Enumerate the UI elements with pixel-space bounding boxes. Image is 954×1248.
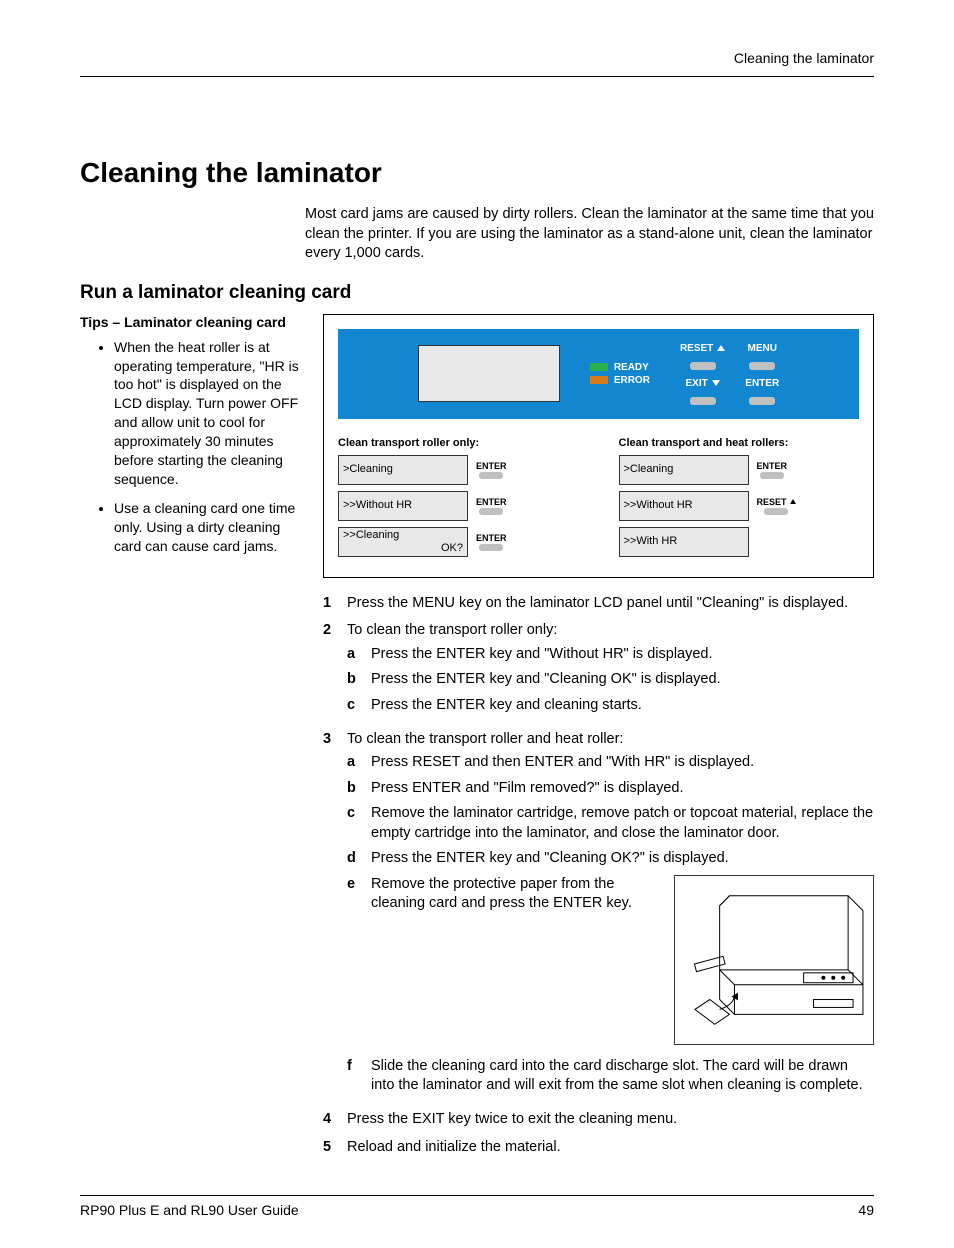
mini-lcd: >>Without HR (619, 491, 749, 521)
arrow-up-icon (790, 499, 796, 504)
mini-button-graphic (760, 472, 784, 479)
printer-svg (675, 876, 873, 1044)
step: To clean the transport roller only: Pres… (323, 621, 874, 721)
arrow-down-icon (712, 380, 720, 386)
step: To clean the transport roller and heat r… (323, 730, 874, 1103)
status-leds: READY ERROR (590, 362, 650, 386)
lcd-screen (418, 345, 560, 402)
sub-step-text: Remove the protective paper from the cle… (371, 876, 632, 912)
menu-label: MENU (748, 343, 777, 354)
step: Press the MENU key on the laminator LCD … (323, 594, 874, 614)
arrow-up-icon (717, 345, 725, 351)
error-label: ERROR (614, 375, 650, 386)
enter-button-graphic (749, 397, 775, 405)
steps-list: Press the MENU key on the laminator LCD … (323, 594, 874, 1157)
sequence-right: Clean transport and heat rollers: >Clean… (619, 437, 860, 563)
document-page: Cleaning the laminator Cleaning the lami… (0, 0, 954, 1248)
mini-button-graphic (479, 472, 503, 479)
sidebar-bullet: When the heat roller is at operating tem… (114, 338, 305, 489)
mini-button-graphic (764, 508, 788, 515)
footer-rule (80, 1195, 874, 1196)
footer-page-number: 49 (858, 1202, 874, 1218)
intro-text: Most card jams are caused by dirty rolle… (305, 205, 874, 264)
enter-mini-label: ENTER (476, 461, 507, 471)
sub-step: Press the ENTER key and "Cleaning OK" is… (347, 670, 874, 690)
sidebar-list: When the heat roller is at operating tem… (80, 338, 305, 556)
reset-mini-label: RESET (757, 497, 787, 507)
sub-step: Press the ENTER key and "Without HR" is … (347, 645, 874, 665)
sequence-left: Clean transport roller only: >Cleaning E… (338, 437, 579, 563)
step-text: To clean the transport roller and heat r… (347, 731, 623, 747)
seq-left-title: Clean transport roller only: (338, 437, 579, 449)
sub-step: Remove the protective paper from the cle… (347, 875, 874, 1051)
sub-step: Press the ENTER key and "Cleaning OK?" i… (347, 849, 874, 869)
main-column: READY ERROR RESET EXIT MENU (323, 314, 874, 1165)
sub-step: Press RESET and then ENTER and "With HR"… (347, 753, 874, 773)
exit-button-graphic (690, 397, 716, 405)
enter-mini-label: ENTER (476, 533, 507, 543)
reset-label: RESET (680, 343, 713, 354)
seq-right-title: Clean transport and heat rollers: (619, 437, 860, 449)
sub-step: Press ENTER and "Film removed?" is displ… (347, 779, 874, 799)
exit-label: EXIT (685, 378, 707, 389)
enter-mini-label: ENTER (757, 461, 788, 471)
mini-lcd: >>CleaningOK? (338, 527, 468, 557)
sequence-columns: Clean transport roller only: >Cleaning E… (338, 437, 859, 563)
laminator-panel: READY ERROR RESET EXIT MENU (338, 329, 859, 419)
ready-led (590, 363, 608, 371)
intro-row: Most card jams are caused by dirty rolle… (80, 205, 874, 264)
step: Reload and initialize the material. (323, 1138, 874, 1158)
step-text: To clean the transport roller only: (347, 622, 557, 638)
sub-step: Slide the cleaning card into the card di… (347, 1057, 874, 1096)
mini-button-graphic (479, 508, 503, 515)
two-column-layout: Tips – Laminator cleaning card When the … (80, 314, 874, 1165)
printer-illustration (674, 875, 874, 1045)
sub-step: Remove the laminator cartridge, remove p… (347, 804, 874, 843)
sidebar-title: Tips – Laminator cleaning card (80, 314, 305, 330)
footer: RP90 Plus E and RL90 User Guide 49 (80, 1202, 874, 1218)
sub-steps: Press RESET and then ENTER and "With HR"… (347, 753, 874, 1096)
ready-label: READY (614, 362, 649, 373)
page-title: Cleaning the laminator (80, 157, 874, 189)
header-rule (80, 76, 874, 77)
intro-spacer (80, 205, 305, 264)
error-led (590, 376, 608, 384)
mini-lcd: >Cleaning (338, 455, 468, 485)
enter-label: ENTER (745, 378, 779, 389)
mini-button-graphic (479, 544, 503, 551)
panel-buttons: RESET EXIT MENU ENTER (680, 343, 779, 405)
enter-mini-label: ENTER (476, 497, 507, 507)
step: Press the EXIT key twice to exit the cle… (323, 1110, 874, 1130)
mini-lcd: >Cleaning (619, 455, 749, 485)
sidebar-bullet: Use a cleaning card one time only. Using… (114, 499, 305, 556)
tips-sidebar: Tips – Laminator cleaning card When the … (80, 314, 305, 1165)
running-header: Cleaning the laminator (80, 50, 874, 66)
section-title: Run a laminator cleaning card (80, 282, 874, 304)
sub-steps: Press the ENTER key and "Without HR" is … (347, 645, 874, 716)
sub-step: Press the ENTER key and cleaning starts. (347, 696, 874, 716)
mini-lcd: >>Without HR (338, 491, 468, 521)
footer-doc-title: RP90 Plus E and RL90 User Guide (80, 1202, 299, 1218)
mini-lcd: >>With HR (619, 527, 749, 557)
menu-button-graphic (749, 362, 775, 370)
lcd-figure: READY ERROR RESET EXIT MENU (323, 314, 874, 578)
reset-button-graphic (690, 362, 716, 370)
